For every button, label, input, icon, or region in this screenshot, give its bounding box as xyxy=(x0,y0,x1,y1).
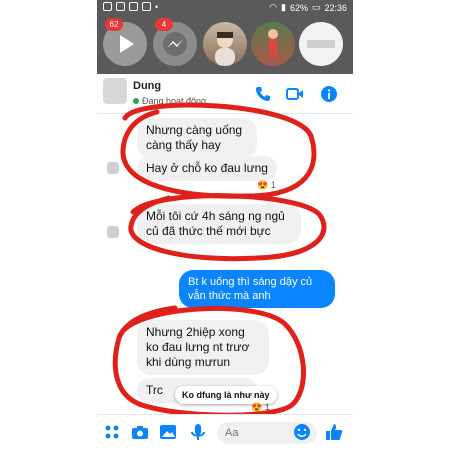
outgoing-message[interactable]: Bt k uống thì sáng dậy củ vẫn thức mà an… xyxy=(179,270,335,308)
reaction-badge: 😍 1 xyxy=(257,180,276,191)
messenger-notification-icon xyxy=(116,2,125,11)
reaction-count: 1 xyxy=(264,402,270,412)
camera-icon[interactable] xyxy=(131,423,149,441)
incoming-message[interactable]: Hay ở chỗ ko đau lưng xyxy=(137,156,277,181)
thumbs-up-icon[interactable] xyxy=(325,423,343,441)
sender-avatar xyxy=(107,226,119,238)
incoming-message[interactable]: Nhưng 2hiệp xong ko đau lưng nt trươ khi… xyxy=(137,320,269,375)
heart-eyes-icon: 😍 xyxy=(251,402,263,412)
unread-badge: 4 xyxy=(155,18,173,31)
reaction-count: 1 xyxy=(270,180,276,190)
apps-grid-icon[interactable] xyxy=(103,423,121,441)
unread-badge: 62 xyxy=(105,18,123,31)
battery-icon: ▭ xyxy=(311,2,321,12)
signal-icon: ▮ xyxy=(280,2,286,12)
battery-level: 62% xyxy=(289,2,308,13)
chat-heads-strip: • ◠ ▮ 62% ▭ 22:36 62 4 xyxy=(97,0,353,74)
notification-icon xyxy=(103,2,112,11)
clock: 22:36 xyxy=(324,2,347,13)
image-notification-icon xyxy=(129,2,138,11)
chat-header: Dung Đang hoạt động xyxy=(97,74,353,114)
video-call-icon[interactable] xyxy=(285,84,305,104)
avatar xyxy=(268,29,278,58)
chat-head-contact[interactable] xyxy=(299,22,343,66)
reaction-badge: 😍 1 xyxy=(251,402,270,413)
avatar xyxy=(299,22,343,66)
notification-icons: • xyxy=(103,2,158,12)
chat-heads: 62 4 xyxy=(97,16,353,74)
message-composer xyxy=(97,414,353,450)
chat-head-contact[interactable] xyxy=(251,22,295,66)
image-notification-icon xyxy=(142,2,151,11)
info-icon[interactable] xyxy=(319,84,339,104)
sender-avatar xyxy=(107,162,119,174)
phone-call-icon[interactable] xyxy=(253,84,273,104)
system-status: ◠ ▮ 62% ▭ 22:36 xyxy=(269,2,347,13)
microphone-icon[interactable] xyxy=(189,423,207,441)
gallery-icon[interactable] xyxy=(159,423,177,441)
phone-screenshot: • ◠ ▮ 62% ▭ 22:36 62 4 Dung Đang hoạt độ… xyxy=(97,0,353,450)
heart-eyes-icon: 😍 xyxy=(257,180,269,190)
online-dot-icon xyxy=(133,98,139,104)
chat-head-contact[interactable] xyxy=(203,22,247,66)
avatar xyxy=(215,32,235,66)
active-status-text: Đang hoạt động xyxy=(142,96,207,106)
emoji-icon[interactable] xyxy=(293,423,311,441)
incoming-message[interactable]: Mỗi tôi cứ 4h sáng ng ngủ củ đã thức thế… xyxy=(137,204,301,244)
contact-name[interactable]: Dung xyxy=(133,80,161,92)
more-notifications-icon: • xyxy=(155,2,159,12)
active-status: Đang hoạt động xyxy=(133,96,206,106)
wifi-icon: ◠ xyxy=(269,2,277,12)
status-bar: • ◠ ▮ 62% ▭ 22:36 xyxy=(97,0,353,16)
incoming-message[interactable]: Nhưng càng uống càng thấy hay xyxy=(137,118,257,158)
contact-avatar[interactable] xyxy=(103,78,127,104)
